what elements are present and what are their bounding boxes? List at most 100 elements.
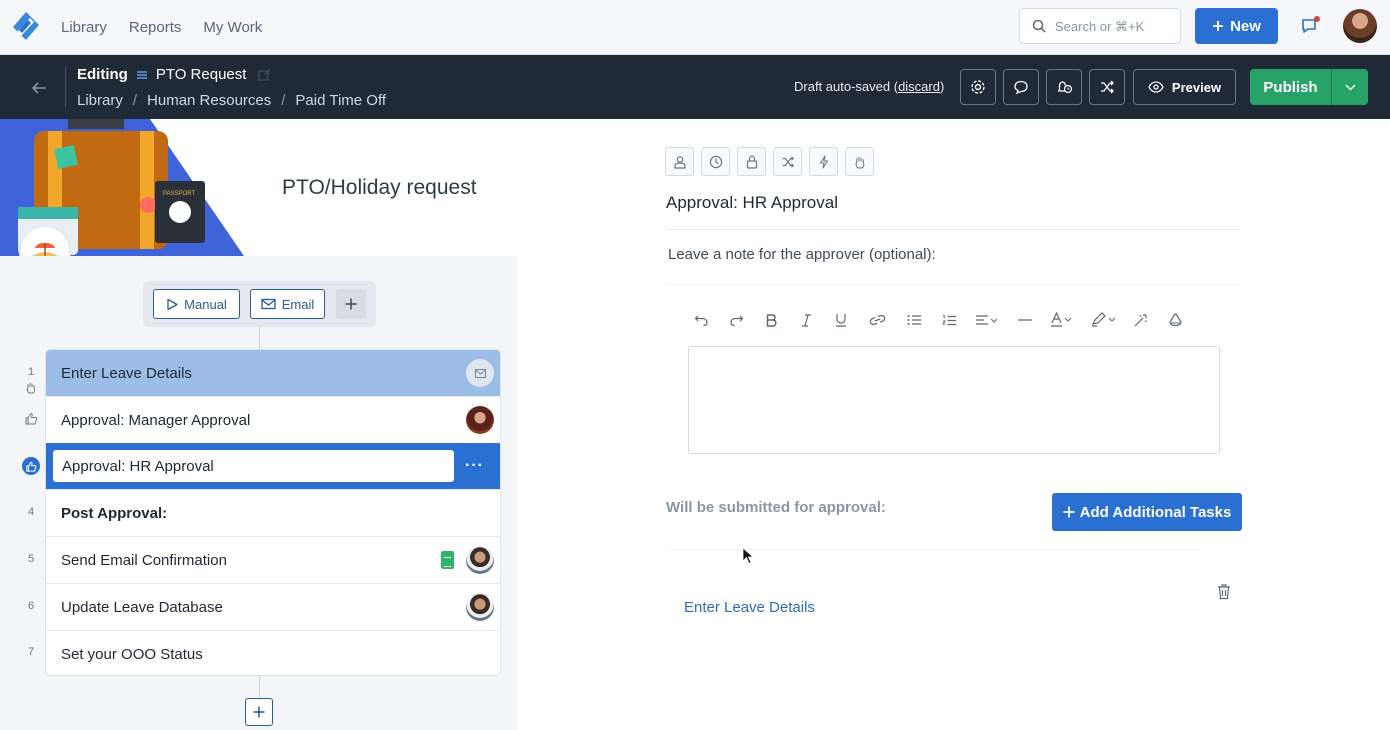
editor-toolbar: Editing PTO Request Library / Human Reso… [0,55,1390,119]
assignee-avatar [466,546,494,574]
back-arrow-icon[interactable] [28,77,50,99]
nav-reports[interactable]: Reports [129,19,182,36]
task-row-update-leave-database[interactable]: Update Leave Database [46,584,500,631]
due-date-button[interactable] [701,147,730,176]
step-number: 6 [27,600,35,612]
step-settings-toolbar [665,147,874,176]
fill-color-button[interactable] [1164,309,1186,331]
task-row-hr-approval[interactable]: Approval: HR Approval ··· [46,443,500,490]
shuffle-icon [782,155,794,168]
nav-library[interactable]: Library [61,19,107,36]
underline-button[interactable] [830,309,852,331]
connector-line [259,327,260,349]
undo-icon [694,315,708,327]
automation-button[interactable] [809,147,838,176]
text-color-icon [1051,312,1072,327]
thumbs-up-icon [25,412,38,425]
draft-status-text: Draft auto-saved [794,79,891,94]
italic-icon [801,313,811,327]
nav-my-work[interactable]: My Work [203,19,262,36]
align-left-icon [976,315,998,325]
search-box[interactable] [1019,8,1181,44]
preview-button[interactable]: Preview [1133,69,1236,105]
task-label: Send Email Confirmation [61,551,227,569]
new-button[interactable]: New [1195,8,1278,44]
stop-task-button[interactable] [845,147,874,176]
bold-button[interactable] [760,309,782,331]
breadcrumb-human-resources[interactable]: Human Resources [147,92,271,109]
approver-note-label: Leave a note for the approver (optional)… [668,246,936,263]
email-trigger-button[interactable]: Email [250,289,325,319]
step-title[interactable]: Approval: HR Approval [666,193,838,213]
align-dropdown-button[interactable] [973,309,1001,331]
publish-button[interactable]: Publish [1250,69,1332,105]
paint-bucket-icon [1168,312,1182,326]
trash-icon[interactable] [1216,583,1232,600]
italic-button[interactable] [795,309,817,331]
task-more-options-button[interactable]: ··· [465,457,484,475]
workflow-hero-title: PTO/Holiday request [282,176,477,199]
publish-options-button[interactable] [1332,69,1368,105]
add-trigger-button[interactable] [336,289,366,319]
app-logo-icon[interactable] [10,10,42,42]
hand-raise-icon [26,383,36,394]
chevron-down-icon [1345,84,1355,90]
assignee-button[interactable] [665,147,694,176]
task-row-post-approval[interactable]: Post Approval: [46,490,500,537]
horizontal-rule-button[interactable] [1014,309,1036,331]
search-icon [1032,19,1046,33]
rich-text-toolbar [690,309,1186,331]
comments-notification-icon[interactable] [1299,15,1321,37]
breadcrumb-library[interactable]: Library [77,92,123,109]
text-color-button[interactable] [1049,309,1077,331]
settings-button[interactable] [960,69,996,105]
task-label: Approval: Manager Approval [61,411,251,429]
clock-icon [709,155,722,168]
numbered-list-button[interactable] [938,309,960,331]
task-label: Enter Leave Details [61,364,192,382]
shuffle-logic-button[interactable] [1089,69,1125,105]
approver-note-editor[interactable] [688,346,1220,454]
manual-trigger-button[interactable]: Manual [153,289,240,319]
breadcrumb-paid-time-off[interactable]: Paid Time Off [295,92,386,109]
add-step-button[interactable] [245,698,273,726]
edit-pencil-icon[interactable] [258,68,271,81]
breadcrumb-separator: / [132,92,138,109]
link-button[interactable] [866,309,888,331]
search-input[interactable] [1055,18,1170,34]
active-step-marker [22,457,40,475]
hand-raise-icon [855,156,864,168]
discard-link[interactable]: discard [898,79,940,94]
task-row-set-ooo-status[interactable]: Set your OOO Status [46,631,500,675]
history-button[interactable] [1046,69,1082,105]
highlighter-icon [1091,312,1116,327]
add-additional-tasks-button[interactable]: Add Additional Tasks [1052,493,1242,531]
step-number: 4 [27,506,35,518]
workflow-name[interactable]: PTO Request [156,66,247,83]
bold-icon [766,313,777,327]
permissions-button[interactable] [737,147,766,176]
highlight-color-button[interactable] [1090,309,1120,331]
task-row-enter-leave-details[interactable]: Enter Leave Details [46,350,500,397]
workflow-title: Editing PTO Request [77,66,271,83]
trigger-bar: Manual Email [143,281,376,327]
bullet-list-icon [907,315,921,325]
numbered-list-icon [941,314,956,325]
clear-formatting-button[interactable] [1129,309,1151,331]
preview-label: Preview [1171,79,1222,95]
task-label: Update Leave Database [61,598,223,616]
comments-button[interactable] [1003,69,1039,105]
task-name-input[interactable]: Approval: HR Approval [53,450,454,482]
divider [666,229,1240,230]
user-avatar[interactable] [1343,9,1377,43]
task-row-manager-approval[interactable]: Approval: Manager Approval [46,397,500,444]
task-row-send-email-confirmation[interactable]: Send Email Confirmation [46,537,500,584]
redo-button[interactable] [725,309,747,331]
undo-button[interactable] [690,309,712,331]
step-number: 1 [27,366,35,378]
submitted-for-approval-label: Will be submitted for approval: [666,499,886,516]
linked-task-enter-leave-details[interactable]: Enter Leave Details [684,599,815,616]
horizontal-rule-icon [1018,319,1032,321]
conditional-logic-button[interactable] [773,147,802,176]
bullet-list-button[interactable] [903,309,925,331]
